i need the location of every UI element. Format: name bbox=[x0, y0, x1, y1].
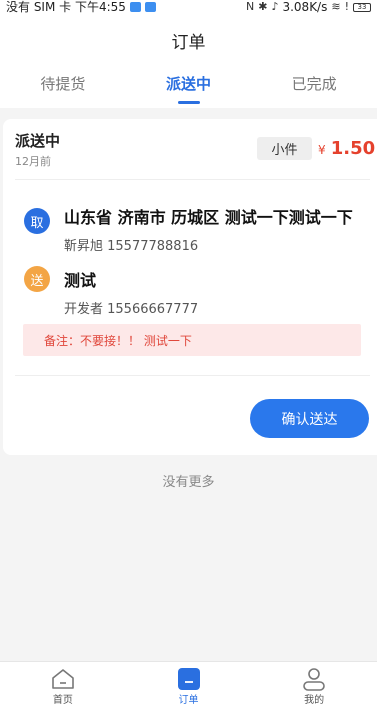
wifi-icon: ≋ bbox=[331, 0, 341, 13]
page-title: 订单 bbox=[171, 32, 206, 53]
alert-icon: ! bbox=[344, 0, 349, 13]
delivery-pin-icon: 送 bbox=[24, 266, 50, 292]
delivery-name: 测试 bbox=[64, 271, 97, 290]
notification-icon bbox=[129, 2, 141, 12]
status-bar-left: 没有 SIM 卡 下午4:55 bbox=[6, 0, 156, 14]
size-badge: 小件 bbox=[257, 137, 312, 160]
order-status: 派送中 bbox=[15, 132, 61, 150]
tab-delivering[interactable]: 派送中 bbox=[126, 66, 252, 108]
divider bbox=[15, 375, 370, 376]
order-price: ¥ 1.50 bbox=[318, 138, 375, 159]
status-carrier-time: 没有 SIM 卡 下午4:55 bbox=[6, 0, 126, 14]
bluetooth-icon: ✱ bbox=[258, 0, 268, 13]
network-speed: 3.08K/s bbox=[282, 0, 328, 14]
header: 订单 bbox=[0, 14, 377, 66]
list-end-text: 没有更多 bbox=[162, 475, 215, 490]
battery-icon: 33 bbox=[353, 2, 371, 12]
order-icon bbox=[176, 667, 202, 691]
order-tabs: 待提货 派送中 已完成 bbox=[0, 66, 377, 108]
status-bar-right: Ν ✱ ♪ 3.08K/s ≋ ! 33 bbox=[246, 0, 371, 14]
price-value: 1.50 bbox=[330, 138, 376, 159]
pickup-pin-icon: 取 bbox=[24, 208, 50, 234]
status-bar: 没有 SIM 卡 下午4:55 Ν ✱ ♪ 3.08K/s ≋ ! 33 bbox=[0, 0, 377, 14]
nav-item-orders[interactable]: 订单 bbox=[126, 662, 252, 706]
pickup-contact: 靳昇旭 15577788816 bbox=[64, 239, 199, 254]
bottom-nav: 首页 订单 我的 bbox=[0, 661, 377, 706]
notification-icon bbox=[144, 2, 156, 12]
order-remark: 备注：不要接！！ 测试一下 bbox=[23, 324, 361, 356]
nav-item-profile[interactable]: 我的 bbox=[251, 662, 377, 706]
order-time: 12月前 bbox=[15, 155, 51, 168]
nfc-icon: Ν bbox=[245, 0, 255, 13]
delivery-contact: 开发者 15566667777 bbox=[64, 302, 199, 317]
tab-pending-pickup[interactable]: 待提货 bbox=[0, 66, 126, 108]
order-card[interactable]: 派送中 12月前 小件 ¥ 1.50 取 山东省 济南市 历城区 测试一下测试一… bbox=[3, 119, 377, 455]
confirm-delivery-button[interactable]: 确认送达 bbox=[250, 399, 369, 438]
nav-label-profile: 我的 bbox=[304, 695, 325, 706]
divider bbox=[15, 179, 370, 180]
nav-item-home[interactable]: 首页 bbox=[0, 662, 126, 706]
nav-label-home: 首页 bbox=[52, 695, 73, 706]
pickup-address: 山东省 济南市 历城区 测试一下测试一下 bbox=[64, 208, 353, 227]
nav-label-orders: 订单 bbox=[178, 695, 199, 706]
currency-symbol: ¥ bbox=[318, 143, 326, 157]
tab-completed[interactable]: 已完成 bbox=[251, 66, 377, 108]
home-icon bbox=[50, 667, 76, 691]
mute-icon: ♪ bbox=[271, 0, 279, 13]
profile-icon bbox=[301, 667, 327, 691]
